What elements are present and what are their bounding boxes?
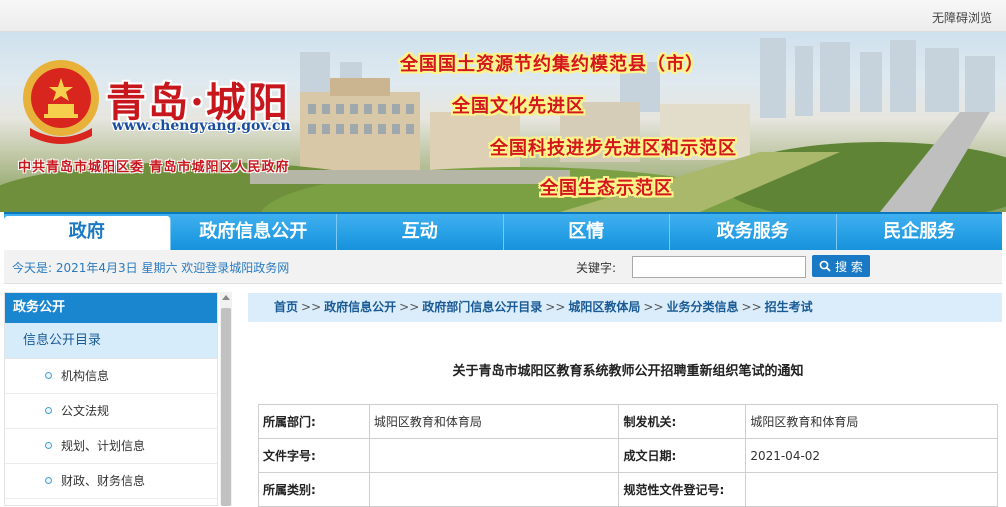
breadcrumb-business-category[interactable]: 业务分类信息 bbox=[667, 300, 739, 314]
scroll-up-arrow-icon[interactable] bbox=[222, 295, 230, 300]
nav-item-interaction[interactable]: 互动 bbox=[337, 214, 504, 250]
nav-item-info-disclosure[interactable]: 政府信息公开 bbox=[171, 214, 337, 250]
breadcrumb-education-bureau[interactable]: 城阳区教体局 bbox=[568, 300, 640, 314]
sidebar-item-finance[interactable]: 财政、财务信息 bbox=[5, 464, 217, 499]
bullet-icon bbox=[45, 372, 52, 379]
national-emblem-icon bbox=[23, 60, 99, 144]
main-nav: 政府 政府信息公开 互动 区情 政务服务 民企服务 bbox=[4, 212, 1002, 250]
sidebar-item-regulations[interactable]: 公文法规 bbox=[5, 394, 217, 429]
meta-value: 2021-04-02 bbox=[745, 438, 998, 473]
sidebar-item-label: 规划、计划信息 bbox=[61, 439, 146, 453]
date-welcome-text: 今天是: 2021年4月3日 星期六 欢迎登录城阳政务网 bbox=[12, 261, 290, 275]
table-row: 文件字号: 成文日期: 2021-04-02 bbox=[258, 438, 998, 473]
table-row: 所属部门: 城阳区教育和体育局 制发机关: 城阳区教育和体育局 bbox=[258, 404, 998, 439]
accessibility-link[interactable]: 无障碍浏览 bbox=[932, 9, 992, 26]
slogan-2: 全国文化先进区 bbox=[452, 96, 585, 117]
meta-key: 文件字号: bbox=[258, 438, 370, 473]
nav-item-enterprise-services[interactable]: 民企服务 bbox=[837, 214, 1003, 250]
sidebar-item-organization[interactable]: 机构信息 bbox=[5, 359, 217, 394]
sidebar-item-label: 机构信息 bbox=[61, 369, 110, 383]
site-banner: 青岛·城阳 www.chengyang.gov.cn 中共青岛市城阳区委 青岛市… bbox=[0, 32, 1006, 212]
breadcrumb-dept-catalog[interactable]: 政府部门信息公开目录 bbox=[422, 300, 542, 314]
bullet-icon bbox=[45, 442, 52, 449]
nav-item-government[interactable]: 政府 bbox=[4, 216, 171, 250]
bullet-icon bbox=[45, 477, 52, 484]
meta-value bbox=[745, 472, 998, 507]
meta-key: 制发机关: bbox=[618, 404, 747, 439]
site-subtitle: 中共青岛市城阳区委 青岛市城阳区人民政府 bbox=[18, 160, 290, 175]
sidebar-item-label: 公文法规 bbox=[61, 404, 110, 418]
sidebar: 政务公开 信息公开目录 机构信息 公文法规 规划、计划信息 财政、财务信息 bbox=[4, 292, 218, 506]
nav-item-services[interactable]: 政务服务 bbox=[670, 214, 837, 250]
site-url: www.chengyang.gov.cn bbox=[112, 118, 291, 134]
sidebar-scrollbar-thumb[interactable] bbox=[221, 308, 231, 506]
keyword-label: 关键字: bbox=[576, 261, 617, 275]
document-metadata-table: 所属部门: 城阳区教育和体育局 制发机关: 城阳区教育和体育局 文件字号: 成文… bbox=[258, 404, 998, 507]
search-icon bbox=[819, 260, 831, 272]
sidebar-item-label: 财政、财务信息 bbox=[61, 474, 146, 488]
search-button-label: 搜 索 bbox=[835, 259, 863, 274]
slogan-1: 全国国土资源节约集约模范县（市） bbox=[400, 54, 704, 75]
meta-key: 规范性文件登记号: bbox=[618, 472, 747, 507]
meta-value bbox=[368, 472, 620, 507]
meta-key: 所属部门: bbox=[258, 404, 370, 439]
sidebar-category[interactable]: 信息公开目录 bbox=[5, 323, 217, 359]
breadcrumb-enrollment-exams[interactable]: 招生考试 bbox=[765, 300, 813, 314]
breadcrumb-home[interactable]: 首页 bbox=[274, 300, 298, 314]
top-utility-bar: 无障碍浏览 bbox=[0, 0, 1006, 32]
breadcrumb: 首页 >> 政府信息公开 >> 政府部门信息公开目录 >> 城阳区教体局 >> 业务分类信息 >>… bbox=[248, 293, 1002, 322]
nav-item-district-info[interactable]: 区情 bbox=[504, 214, 670, 250]
table-row: 所属类别: 规范性文件登记号: bbox=[258, 472, 998, 507]
meta-key: 所属类别: bbox=[258, 472, 370, 507]
search-input[interactable] bbox=[632, 256, 806, 278]
slogan-4: 全国生态示范区 bbox=[540, 178, 673, 199]
info-bar: 今天是: 2021年4月3日 星期六 欢迎登录城阳政务网 关键字: 搜 索 bbox=[4, 250, 1002, 284]
sidebar-header: 政务公开 bbox=[5, 293, 217, 323]
bullet-icon bbox=[45, 407, 52, 414]
slogan-3: 全国科技进步先进区和示范区 bbox=[490, 138, 737, 159]
search-button[interactable]: 搜 索 bbox=[812, 255, 870, 277]
meta-value: 城阳区教育和体育局 bbox=[368, 404, 620, 439]
meta-key: 成文日期: bbox=[618, 438, 747, 473]
breadcrumb-info-disclosure[interactable]: 政府信息公开 bbox=[324, 300, 396, 314]
meta-value: 城阳区教育和体育局 bbox=[745, 404, 998, 439]
document-title: 关于青岛市城阳区教育系统教师公开招聘重新组织笔试的通知 bbox=[452, 364, 804, 379]
meta-value bbox=[368, 438, 620, 473]
sidebar-item-plans[interactable]: 规划、计划信息 bbox=[5, 429, 217, 464]
